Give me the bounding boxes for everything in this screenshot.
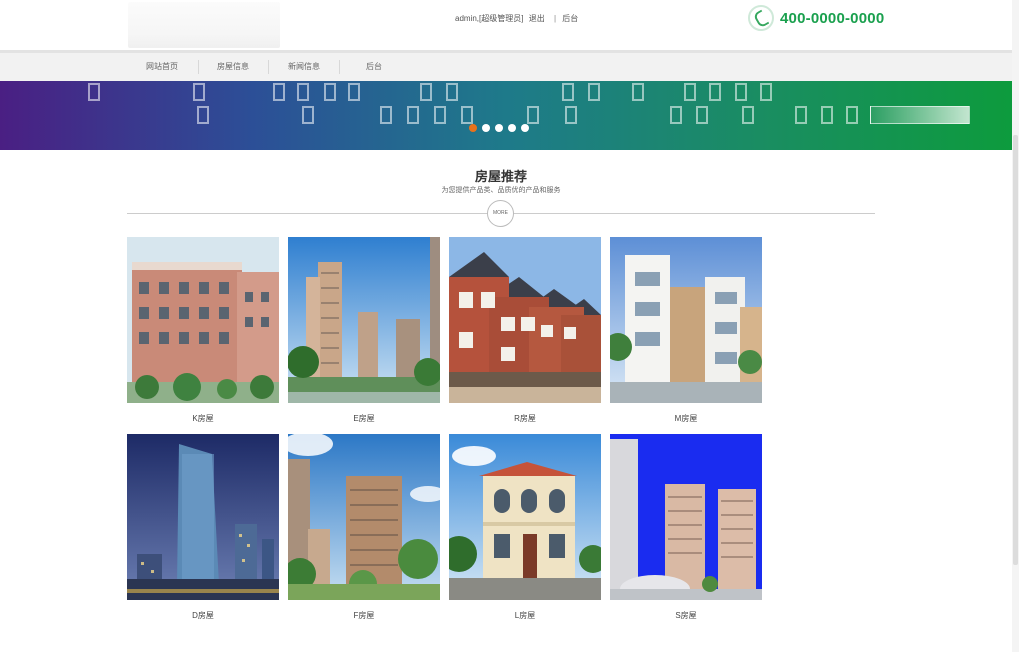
main-nav: 网站首页 房屋信息 新闻信息 后台	[0, 50, 1019, 81]
nav-item-news[interactable]: 新闻信息	[288, 53, 320, 81]
banner-decoration	[632, 83, 644, 101]
banner-decoration	[197, 106, 209, 124]
scrollbar-thumb[interactable]	[1013, 135, 1018, 565]
more-button[interactable]: MORE	[487, 200, 514, 227]
house-photo[interactable]	[127, 434, 279, 600]
nav-divider	[268, 60, 269, 74]
house-name[interactable]: R房屋	[449, 413, 601, 424]
banner-decoration	[562, 83, 574, 101]
admin-link[interactable]: 后台	[562, 14, 578, 23]
banner-decoration	[88, 83, 100, 101]
house-photo[interactable]	[610, 434, 762, 600]
banner-decoration	[670, 106, 682, 124]
banner-decoration	[760, 83, 772, 101]
house-name[interactable]: M房屋	[610, 413, 762, 424]
banner-decoration	[434, 106, 446, 124]
logout-link[interactable]: 退出	[529, 14, 545, 23]
banner-decoration	[742, 106, 754, 124]
banner-decoration	[709, 83, 721, 101]
house-photo[interactable]	[288, 237, 440, 403]
carousel-dot[interactable]	[508, 124, 516, 132]
banner-decoration	[461, 106, 473, 124]
banner-decoration	[565, 106, 577, 124]
phone-icon	[748, 5, 774, 31]
divider: |	[553, 14, 557, 23]
user-bar: admin,[超级管理员] 退出 | 后台	[455, 13, 581, 24]
site-header: admin,[超级管理员] 退出 | 后台 400-0000-0000	[0, 0, 1019, 50]
house-name[interactable]: K房屋	[127, 413, 279, 424]
house-name[interactable]: L房屋	[449, 610, 601, 621]
phone-number: 400-0000-0000	[780, 9, 885, 27]
house-name[interactable]: S房屋	[610, 610, 762, 621]
carousel-dot[interactable]	[469, 124, 477, 132]
banner-decoration	[446, 83, 458, 101]
banner-decoration	[795, 106, 807, 124]
banner-decoration	[696, 106, 708, 124]
banner-decoration	[527, 106, 539, 124]
banner-decoration	[870, 106, 970, 124]
banner-decoration	[324, 83, 336, 101]
nav-item-admin[interactable]: 后台	[366, 53, 382, 81]
nav-item-home[interactable]: 网站首页	[146, 53, 178, 81]
banner-decoration	[735, 83, 747, 101]
house-photo[interactable]	[610, 237, 762, 403]
carousel-dots	[469, 124, 529, 132]
banner-decoration	[348, 83, 360, 101]
nav-divider	[339, 60, 340, 74]
banner-decoration	[420, 83, 432, 101]
site-logo[interactable]	[128, 2, 280, 48]
banner-decoration	[297, 83, 309, 101]
hotline: 400-0000-0000	[748, 4, 884, 32]
banner-decoration	[302, 106, 314, 124]
house-name[interactable]: E房屋	[288, 413, 440, 424]
house-photo[interactable]	[288, 434, 440, 600]
banner-decoration	[588, 83, 600, 101]
house-name[interactable]: F房屋	[288, 610, 440, 621]
banner-decoration	[821, 106, 833, 124]
carousel-dot[interactable]	[495, 124, 503, 132]
nav-item-houses[interactable]: 房屋信息	[217, 53, 249, 81]
section-subtitle: 为您提供产品类、品质优的产品和服务	[441, 187, 561, 194]
banner-decoration	[846, 106, 858, 124]
house-name[interactable]: D房屋	[127, 610, 279, 621]
carousel-dot[interactable]	[521, 124, 529, 132]
carousel-dot[interactable]	[482, 124, 490, 132]
house-photo[interactable]	[127, 237, 279, 403]
banner-carousel[interactable]	[0, 81, 1012, 150]
section-title: 房屋推荐	[474, 169, 527, 184]
banner-decoration	[193, 83, 205, 101]
user-info: admin,[超级管理员]	[455, 14, 524, 23]
banner-decoration	[273, 83, 285, 101]
nav-divider	[198, 60, 199, 74]
banner-decoration	[380, 106, 392, 124]
banner-decoration	[684, 83, 696, 101]
banner-decoration	[407, 106, 419, 124]
house-photo[interactable]	[449, 434, 601, 600]
house-photo[interactable]	[449, 237, 601, 403]
